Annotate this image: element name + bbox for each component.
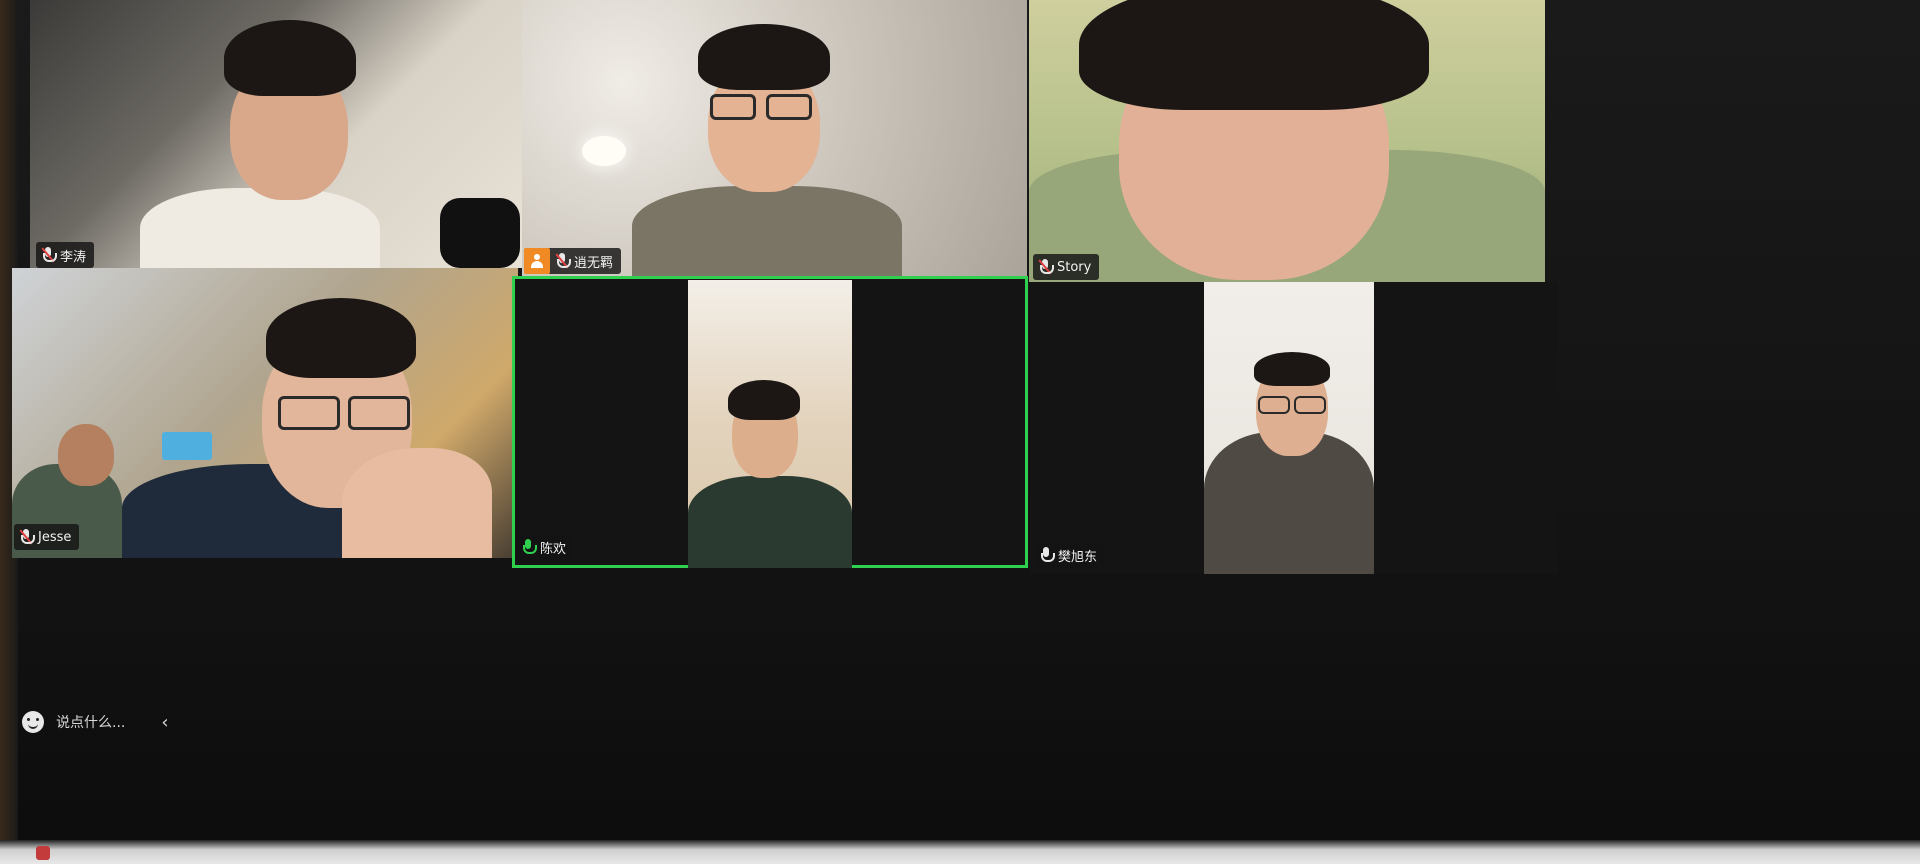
- microphone-active-icon: [522, 539, 537, 555]
- participant-name: 陈欢: [540, 541, 567, 557]
- participant-name: Jesse: [38, 529, 72, 545]
- microphone-muted-icon: [555, 253, 571, 269]
- host-icon: [524, 248, 550, 274]
- monitor-bezel-bottom: [0, 840, 1920, 864]
- participant-name: 李涛: [60, 249, 87, 265]
- participant-name: 逍无羁: [574, 255, 614, 271]
- participant-name: Story: [1057, 259, 1092, 275]
- name-tag: Story: [1033, 254, 1100, 280]
- participant-video: [1204, 282, 1374, 574]
- chat-input-bar[interactable]: 说点什么... ‹: [22, 700, 242, 744]
- microphone-muted-icon: [1038, 259, 1054, 275]
- emoji-icon[interactable]: [22, 711, 44, 733]
- video-tile-li-tao[interactable]: 李涛: [30, 0, 530, 268]
- name-tag: 逍无羁: [524, 248, 622, 274]
- participant-name: 樊旭东: [1058, 549, 1098, 565]
- participant-video: [688, 280, 852, 568]
- video-tile-chen-huan[interactable]: 陈欢: [512, 276, 1028, 568]
- video-tile-fan-xu-dong[interactable]: 樊旭东: [1030, 282, 1558, 574]
- microphone-muted-icon: [19, 529, 35, 545]
- name-tag: Jesse: [14, 524, 80, 550]
- name-tag: 李涛: [36, 242, 95, 268]
- microphone-muted-icon: [41, 247, 57, 263]
- microphone-icon: [1040, 547, 1055, 563]
- chat-placeholder[interactable]: 说点什么...: [56, 712, 125, 732]
- video-meeting-screen: 李涛 逍无羁 Story Jesse 陈欢 樊旭东 说点什么... ‹: [0, 0, 1920, 864]
- name-tag: 陈欢: [516, 534, 575, 560]
- tray-app-icon: [36, 846, 50, 860]
- chevron-left-icon[interactable]: ‹: [161, 712, 168, 733]
- video-tile-story[interactable]: Story: [1029, 0, 1545, 282]
- name-tag: 樊旭东: [1034, 542, 1106, 568]
- video-tile-jesse[interactable]: Jesse: [12, 268, 518, 558]
- video-tile-xiao-wu-ji[interactable]: 逍无羁: [522, 0, 1027, 276]
